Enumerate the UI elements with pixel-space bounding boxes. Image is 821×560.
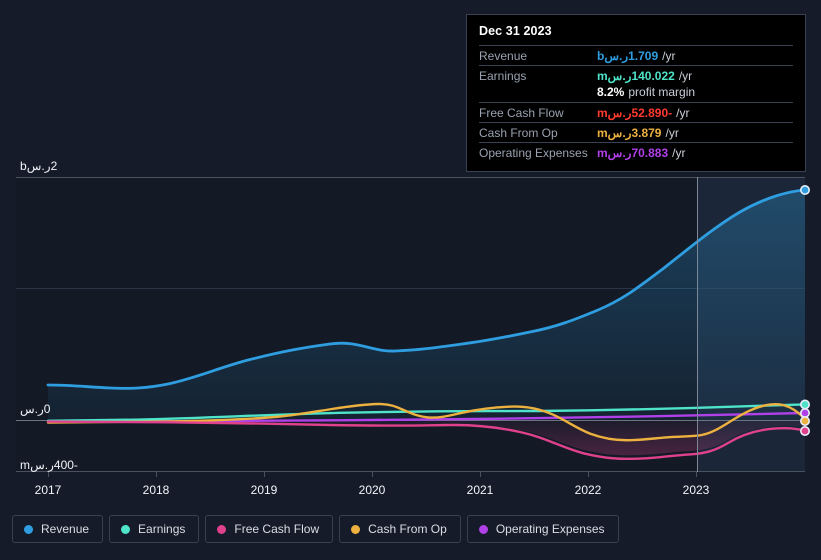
legend-item-label: Revenue [41,522,90,536]
tooltip-row: Cash From Op 3.879ر.سm/yr [479,122,793,142]
legend-item-label: Earnings [138,522,186,536]
tooltip-row-label: Cash From Op [479,126,558,140]
legend-item-earnings[interactable]: Earnings [109,515,200,543]
tooltip-row-value: 8.2% [597,85,625,99]
tooltip-row-suffix: /yr [672,146,686,160]
tooltip-row-value-wrap: 70.883ر.سm/yr [597,146,686,160]
legend-color-dot-icon [121,524,131,534]
tooltip-row-value-wrap: 140.022ر.سm/yr [597,69,692,83]
tooltip-row: Free Cash Flow -52.890ر.سm/yr [479,102,793,122]
revenue-endpoint-marker [799,185,810,196]
tooltip-rows: Revenue 1.709ر.سb/yr Earnings 140.022ر.سm/y… [479,45,793,162]
tooltip-row-value: 3.879ر.سm [597,126,662,140]
earnings-endpoint-marker [799,399,810,410]
tooltip-row-suffix: /yr [665,126,679,140]
legend-item-label: Operating Expenses [495,522,605,536]
tooltip-row-value-wrap: -52.890ر.سm/yr [597,106,690,120]
legend-color-dot-icon [478,524,488,534]
legend-item-revenue[interactable]: Revenue [12,515,104,543]
x-axis-tick-2022: 2022 [574,483,602,497]
tooltip-row: Revenue 1.709ر.سb/yr [479,45,793,65]
y-axis-label-bottom: -400ر.سm [20,458,78,472]
tooltip-row-suffix: profit margin [628,85,696,99]
x-axis-tick-2017: 2017 [34,483,62,497]
y-axis-label-top: 2ر.سb [20,159,58,173]
legend-item-cash-from-op[interactable]: Cash From Op [339,515,461,543]
x-axis-tick-2020: 2020 [358,483,386,497]
chart-legend[interactable]: Revenue Earnings Free Cash Flow Cash From O… [12,515,619,543]
x-axis-tick-2023: 2023 [682,483,710,497]
y-axis-label-zero: 0ر.س [20,402,51,416]
x-axis: 2017 2018 2019 2020 2021 2022 2023 [0,483,821,503]
tooltip-row: 8.2% profit margin [479,85,793,102]
chart-tooltip: Dec 31 2023 Revenue 1.709ر.سb/yr Earnings 1… [466,14,806,172]
tooltip-row-value-wrap: 8.2% profit margin [597,85,695,99]
tooltip-row-value: 70.883ر.سm [597,146,669,160]
x-axis-tick-2021: 2021 [466,483,494,497]
legend-color-dot-icon [217,524,227,534]
financial-chart-page: 2ر.سb 0ر.س -400ر.سm 2017 2018 2019 2020 2021… [0,0,821,560]
tooltip-row-label: Earnings [479,69,527,83]
tooltip-row-suffix: /yr [662,49,676,63]
legend-item-label: Free Cash Flow [234,522,320,536]
tooltip-row-suffix: /yr [676,106,690,120]
legend-item-free-cash-flow[interactable]: Free Cash Flow [205,515,334,543]
tooltip-row-label: Free Cash Flow [479,106,564,120]
tooltip-row-value: 140.022ر.سm [597,69,675,83]
tooltip-date: Dec 31 2023 [479,24,552,38]
x-axis-tick-2018: 2018 [142,483,170,497]
tooltip-row-label: Revenue [479,49,528,63]
tooltip-row-value: 1.709ر.سb [597,49,659,63]
legend-item-label: Cash From Op [368,522,447,536]
tooltip-row-value-wrap: 1.709ر.سb/yr [597,49,676,63]
legend-color-dot-icon [351,524,361,534]
legend-item-operating-expenses[interactable]: Operating Expenses [466,515,619,543]
tooltip-row-suffix: /yr [678,69,693,83]
tooltip-row-value-wrap: 3.879ر.سm/yr [597,126,679,140]
operating-expenses-endpoint-marker [799,407,810,418]
cash-from-op-endpoint-marker [799,415,810,426]
tooltip-row-label: Operating Expenses [479,146,588,160]
x-axis-tick-2019: 2019 [250,483,278,497]
tooltip-row: Earnings 140.022ر.سm/yr [479,65,793,85]
tooltip-row-value: -52.890ر.سm [597,106,673,120]
free-cash-flow-endpoint-marker [799,425,810,436]
tooltip-row: Operating Expenses 70.883ر.سm/yr [479,142,793,162]
legend-color-dot-icon [24,524,33,534]
